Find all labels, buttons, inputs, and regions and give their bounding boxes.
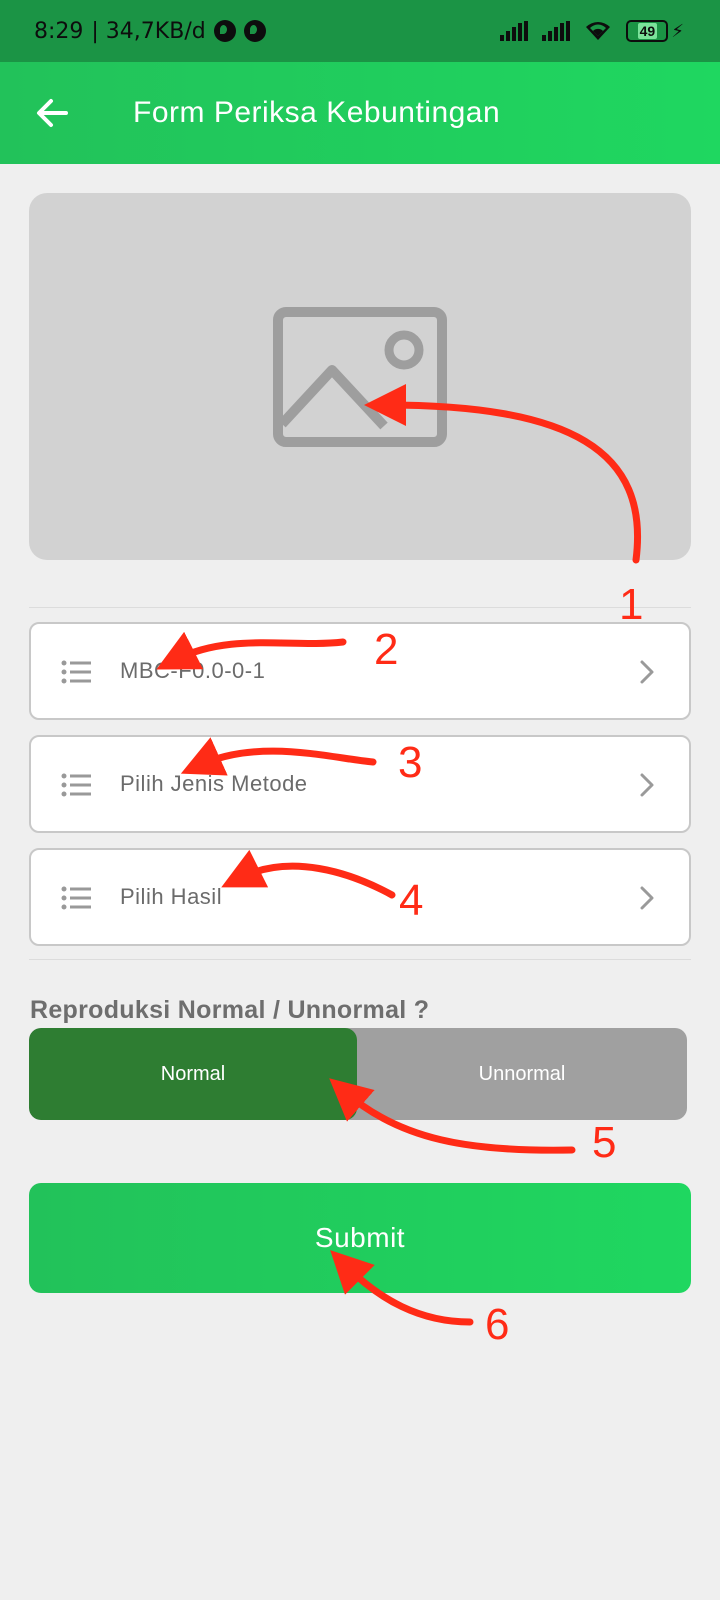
chevron-right-icon: [640, 660, 654, 684]
annotation-number-5: 5: [592, 1118, 617, 1167]
arrow-left-icon[interactable]: [34, 95, 70, 131]
status-left: 8:29 | 34,7KB/d: [34, 19, 266, 44]
select-method[interactable]: Pilih Jenis Metode: [29, 735, 691, 833]
divider-top: [29, 607, 691, 608]
reproduction-question: Reproduksi Normal / Unnormal ?: [30, 996, 430, 1024]
reproduction-toggle: Normal Unnormal: [29, 1028, 687, 1120]
notification-app-icon: [213, 20, 236, 42]
annotation-number-3: 3: [398, 738, 423, 787]
option-normal-button[interactable]: Normal: [29, 1028, 357, 1120]
wifi-icon: [586, 22, 611, 40]
notification-app-icon-2: [243, 20, 266, 42]
select-label: MBC-F0.0-0-1: [120, 658, 266, 683]
chevron-right-icon: [640, 773, 654, 797]
annotation-number-4: 4: [399, 876, 424, 925]
image-placeholder-icon: [273, 306, 447, 447]
annotation-number-6: 6: [485, 1300, 510, 1349]
option-unnormal-button[interactable]: Unnormal: [357, 1028, 687, 1120]
image-picker[interactable]: [29, 193, 691, 560]
select-cattle-id[interactable]: MBC-F0.0-0-1: [29, 622, 691, 720]
annotation-number-1: 1: [619, 580, 644, 629]
list-icon: [61, 773, 91, 797]
signal-icon: [500, 21, 529, 41]
battery-level: 49: [637, 23, 658, 39]
annotation-number-2: 2: [374, 625, 399, 674]
select-label: Pilih Hasil: [120, 884, 223, 909]
page-title: Form Periksa Kebuntingan: [133, 96, 501, 129]
status-network-speed: | 34,7KB/d: [91, 18, 206, 44]
select-result[interactable]: Pilih Hasil: [29, 848, 691, 946]
divider-bottom: [29, 959, 691, 960]
list-icon: [61, 660, 91, 684]
select-label: Pilih Jenis Metode: [120, 771, 308, 796]
status-right: 49 ⚡: [500, 20, 684, 42]
signal-icon-2: [542, 21, 571, 41]
charging-icon: ⚡: [671, 20, 684, 41]
battery-icon: 49 ⚡: [626, 20, 684, 42]
app-bar: Form Periksa Kebuntingan: [0, 62, 720, 164]
status-bar: 8:29 | 34,7KB/d 49 ⚡: [0, 0, 720, 62]
submit-button[interactable]: Submit: [29, 1183, 691, 1293]
chevron-right-icon: [640, 886, 654, 910]
list-icon: [61, 886, 91, 910]
status-time: 8:29: [34, 18, 84, 44]
